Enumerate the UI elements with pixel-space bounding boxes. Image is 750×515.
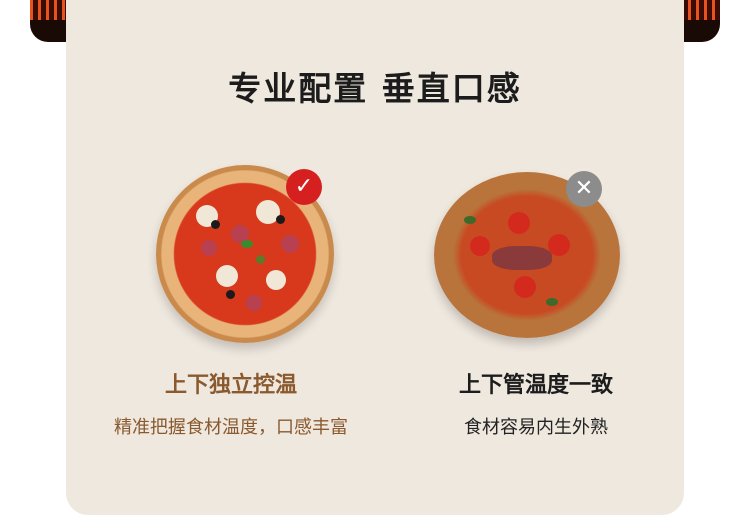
tomato-slice <box>514 276 536 298</box>
olive-topping <box>276 215 285 224</box>
tomato-slice <box>470 236 490 256</box>
comparison-card: 专业配置 垂直口感 ✓ ✕ 上下独立控温 精准把握食材温度，口感丰富 上下管温度… <box>66 0 684 515</box>
feature-desc-right: 食材容易内生外熟 <box>464 417 608 438</box>
feature-desc-left: 精准把握食材温度，口感丰富 <box>114 417 348 438</box>
olive-topping <box>256 255 265 264</box>
prosciutto-topping <box>492 246 552 270</box>
basil-topping <box>546 298 558 306</box>
salami-topping <box>246 295 262 311</box>
tomato-slice <box>508 212 530 234</box>
basil-topping <box>241 240 253 248</box>
cross-icon: ✕ <box>566 171 602 207</box>
salami-topping <box>281 235 299 253</box>
feature-title-left: 上下独立控温 <box>164 373 297 398</box>
basil-topping <box>464 216 476 224</box>
mushroom-topping <box>266 270 286 290</box>
check-icon: ✓ <box>286 169 322 205</box>
feature-title-right: 上下管温度一致 <box>458 373 613 398</box>
mushroom-topping <box>216 265 238 287</box>
olive-topping <box>226 290 235 299</box>
headline: 专业配置 垂直口感 <box>228 69 522 108</box>
salami-topping <box>201 240 217 256</box>
olive-topping <box>211 220 220 229</box>
